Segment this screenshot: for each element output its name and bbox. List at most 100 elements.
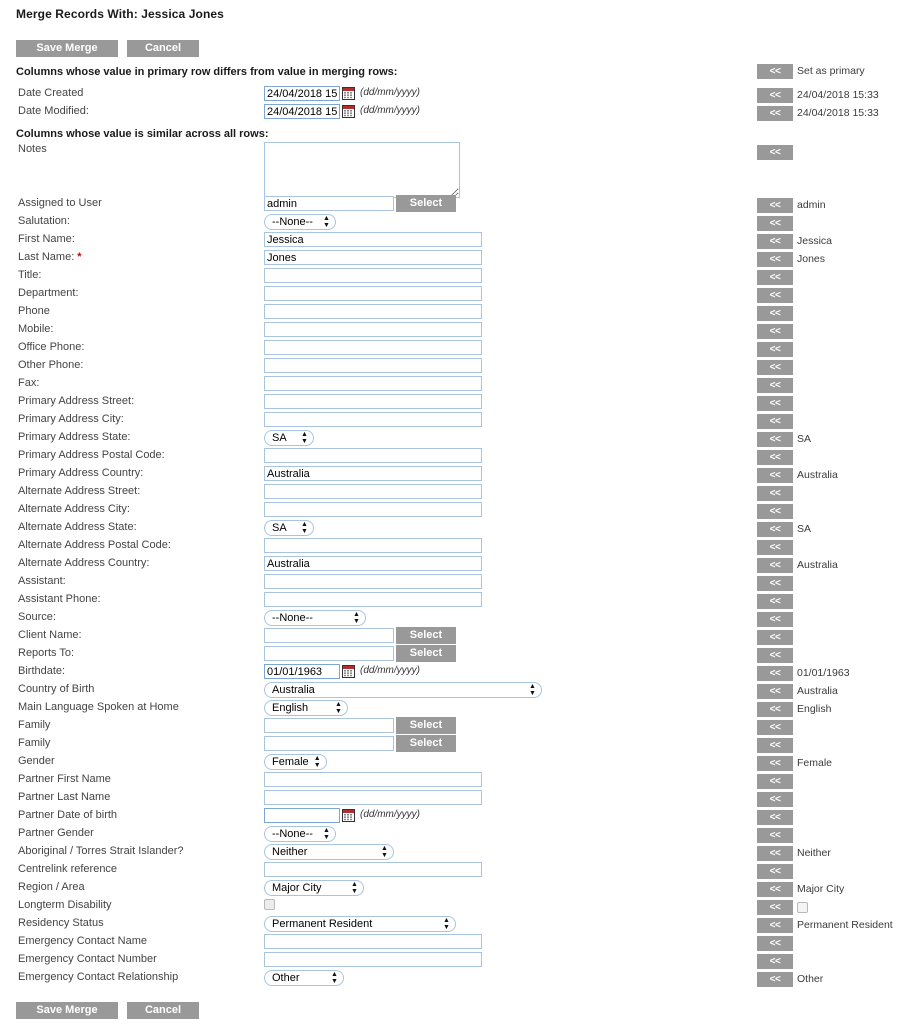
residency-status-40-select[interactable]: Permanent Resident ▲ ▼ (264, 916, 456, 932)
calendar-icon[interactable] (342, 809, 355, 822)
partner-gender-35-merge-button[interactable]: << (757, 828, 793, 843)
primary-address-country-15-merge-button[interactable]: << (757, 468, 793, 483)
date-modified-input[interactable] (264, 104, 340, 119)
office-phone-8-input[interactable] (264, 340, 482, 355)
last-name-3-input[interactable] (264, 250, 482, 265)
centrelink-reference-37-merge-button[interactable]: << (757, 864, 793, 879)
centrelink-reference-37-input[interactable] (264, 862, 482, 877)
partner-last-name-33-input[interactable] (264, 790, 482, 805)
department-5-input[interactable] (264, 286, 482, 301)
calendar-icon[interactable] (342, 665, 355, 678)
alternate-address-street-16-input[interactable] (264, 484, 482, 499)
client-name-24-merge-button[interactable]: << (757, 630, 793, 645)
longterm-disability-39-merge-button[interactable]: << (757, 900, 793, 915)
country-of-birth-27-merge-button[interactable]: << (757, 684, 793, 699)
assistant-phone-22-input[interactable] (264, 592, 482, 607)
alternate-address-city-17-merge-button[interactable]: << (757, 504, 793, 519)
fax-10-input[interactable] (264, 376, 482, 391)
date-created-merge-button[interactable]: << (757, 88, 793, 103)
cancel-button-bottom[interactable]: Cancel (127, 1002, 199, 1019)
salutation-1-merge-button[interactable]: << (757, 216, 793, 231)
fax-10-merge-button[interactable]: << (757, 378, 793, 393)
department-5-merge-button[interactable]: << (757, 288, 793, 303)
emergency-contact-name-41-merge-button[interactable]: << (757, 936, 793, 951)
partner-gender-35-select[interactable]: --None-- ▲ ▼ (264, 826, 336, 842)
source-23-merge-button[interactable]: << (757, 612, 793, 627)
phone-6-merge-button[interactable]: << (757, 306, 793, 321)
assigned-to-user-0-merge-button[interactable]: << (757, 198, 793, 213)
emergency-contact-relationship-43-merge-button[interactable]: << (757, 972, 793, 987)
alternate-address-state-18-select[interactable]: SA ▲ ▼ (264, 520, 314, 536)
main-language-spoken-at-home-28-merge-button[interactable]: << (757, 702, 793, 717)
primary-address-street-11-input[interactable] (264, 394, 482, 409)
first-name-2-merge-button[interactable]: << (757, 234, 793, 249)
alternate-address-country-20-merge-button[interactable]: << (757, 558, 793, 573)
title-4-input[interactable] (264, 268, 482, 283)
source-23-select[interactable]: --None-- ▲ ▼ (264, 610, 366, 626)
primary-address-state-13-select[interactable]: SA ▲ ▼ (264, 430, 314, 446)
mobile-7-merge-button[interactable]: << (757, 324, 793, 339)
other-phone-9-merge-button[interactable]: << (757, 360, 793, 375)
first-name-2-input[interactable] (264, 232, 482, 247)
notes-merge-button[interactable]: << (757, 145, 793, 160)
alternate-address-state-18-merge-button[interactable]: << (757, 522, 793, 537)
salutation-1-select[interactable]: --None-- ▲ ▼ (264, 214, 336, 230)
last-name-3-merge-button[interactable]: << (757, 252, 793, 267)
other-phone-9-input[interactable] (264, 358, 482, 373)
family-30-input[interactable] (264, 736, 394, 751)
calendar-icon[interactable] (342, 87, 355, 100)
primary-address-postal-code-14-merge-button[interactable]: << (757, 450, 793, 465)
office-phone-8-merge-button[interactable]: << (757, 342, 793, 357)
region-area-38-select[interactable]: Major City ▲ ▼ (264, 880, 364, 896)
primary-address-postal-code-14-input[interactable] (264, 448, 482, 463)
primary-address-country-15-input[interactable] (264, 466, 482, 481)
region-area-38-merge-button[interactable]: << (757, 882, 793, 897)
longterm-disability-39-checkbox[interactable] (264, 899, 275, 910)
aboriginal-torres-strait-islander-36-merge-button[interactable]: << (757, 846, 793, 861)
country-of-birth-27-select[interactable]: Australia ▲ ▼ (264, 682, 542, 698)
gender-31-merge-button[interactable]: << (757, 756, 793, 771)
notes-textarea[interactable] (264, 142, 460, 198)
cancel-button-top[interactable]: Cancel (127, 40, 199, 57)
birthdate-26-input[interactable] (264, 664, 340, 679)
assistant-phone-22-merge-button[interactable]: << (757, 594, 793, 609)
partner-date-of-birth-34-merge-button[interactable]: << (757, 810, 793, 825)
assigned-to-user-0-select-button[interactable]: Select (396, 195, 456, 212)
assistant-21-input[interactable] (264, 574, 482, 589)
emergency-contact-number-42-input[interactable] (264, 952, 482, 967)
set-as-primary-merge-button[interactable]: << (757, 64, 793, 79)
emergency-contact-relationship-43-select[interactable]: Other ▲ ▼ (264, 970, 344, 986)
partner-last-name-33-merge-button[interactable]: << (757, 792, 793, 807)
aboriginal-torres-strait-islander-36-select[interactable]: Neither ▲ ▼ (264, 844, 394, 860)
primary-address-city-12-merge-button[interactable]: << (757, 414, 793, 429)
family-30-select-button[interactable]: Select (396, 735, 456, 752)
date-created-input[interactable] (264, 86, 340, 101)
partner-date-of-birth-34-input[interactable] (264, 808, 340, 823)
primary-address-street-11-merge-button[interactable]: << (757, 396, 793, 411)
primary-address-city-12-input[interactable] (264, 412, 482, 427)
main-language-spoken-at-home-28-select[interactable]: English ▲ ▼ (264, 700, 348, 716)
reports-to-25-select-button[interactable]: Select (396, 645, 456, 662)
assistant-21-merge-button[interactable]: << (757, 576, 793, 591)
alternate-address-postal-code-19-input[interactable] (264, 538, 482, 553)
mobile-7-input[interactable] (264, 322, 482, 337)
family-30-merge-button[interactable]: << (757, 738, 793, 753)
alternate-address-country-20-input[interactable] (264, 556, 482, 571)
date-modified-merge-button[interactable]: << (757, 106, 793, 121)
client-name-24-select-button[interactable]: Select (396, 627, 456, 644)
reports-to-25-input[interactable] (264, 646, 394, 661)
residency-status-40-merge-button[interactable]: << (757, 918, 793, 933)
birthdate-26-merge-button[interactable]: << (757, 666, 793, 681)
phone-6-input[interactable] (264, 304, 482, 319)
save-merge-button-bottom[interactable]: Save Merge (16, 1002, 118, 1019)
gender-31-select[interactable]: Female ▲ ▼ (264, 754, 327, 770)
family-29-input[interactable] (264, 718, 394, 733)
reports-to-25-merge-button[interactable]: << (757, 648, 793, 663)
primary-address-state-13-merge-button[interactable]: << (757, 432, 793, 447)
title-4-merge-button[interactable]: << (757, 270, 793, 285)
alternate-address-city-17-input[interactable] (264, 502, 482, 517)
family-29-select-button[interactable]: Select (396, 717, 456, 734)
emergency-contact-name-41-input[interactable] (264, 934, 482, 949)
calendar-icon[interactable] (342, 105, 355, 118)
alternate-address-postal-code-19-merge-button[interactable]: << (757, 540, 793, 555)
